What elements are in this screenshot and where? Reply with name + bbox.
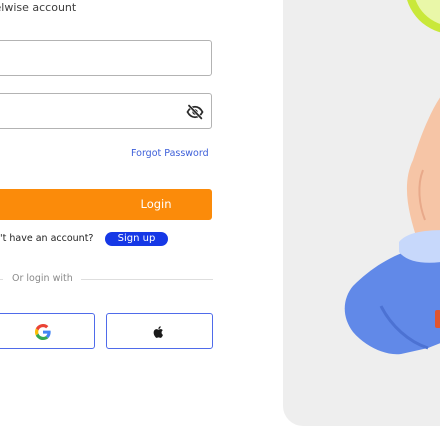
email-input[interactable] [0,41,211,75]
google-icon [35,324,51,340]
eye-slash-icon[interactable] [186,103,204,121]
password-input[interactable] [0,94,211,128]
or-login-divider: Or login with [0,272,215,286]
divider-line-left [0,279,3,280]
illustration-panel [283,0,440,426]
google-login-button[interactable] [0,313,95,349]
password-field[interactable] [0,93,212,129]
divider-text: Or login with [12,273,73,284]
login-button-label: Login [140,197,172,211]
page-subtitle: velwise account [0,1,77,14]
login-screen: velwise account Forgot Password Login n'… [0,0,440,440]
forgot-password-link[interactable]: Forgot Password [131,148,209,159]
signup-button[interactable]: Sign up [105,232,168,246]
divider-line-right [81,279,213,280]
apple-icon [153,326,163,338]
no-account-text: n't have an account? [0,233,94,244]
apple-login-button[interactable] [106,313,213,349]
hand-illustration [344,0,440,355]
login-button[interactable]: Login [0,189,212,220]
email-field[interactable] [0,40,212,76]
